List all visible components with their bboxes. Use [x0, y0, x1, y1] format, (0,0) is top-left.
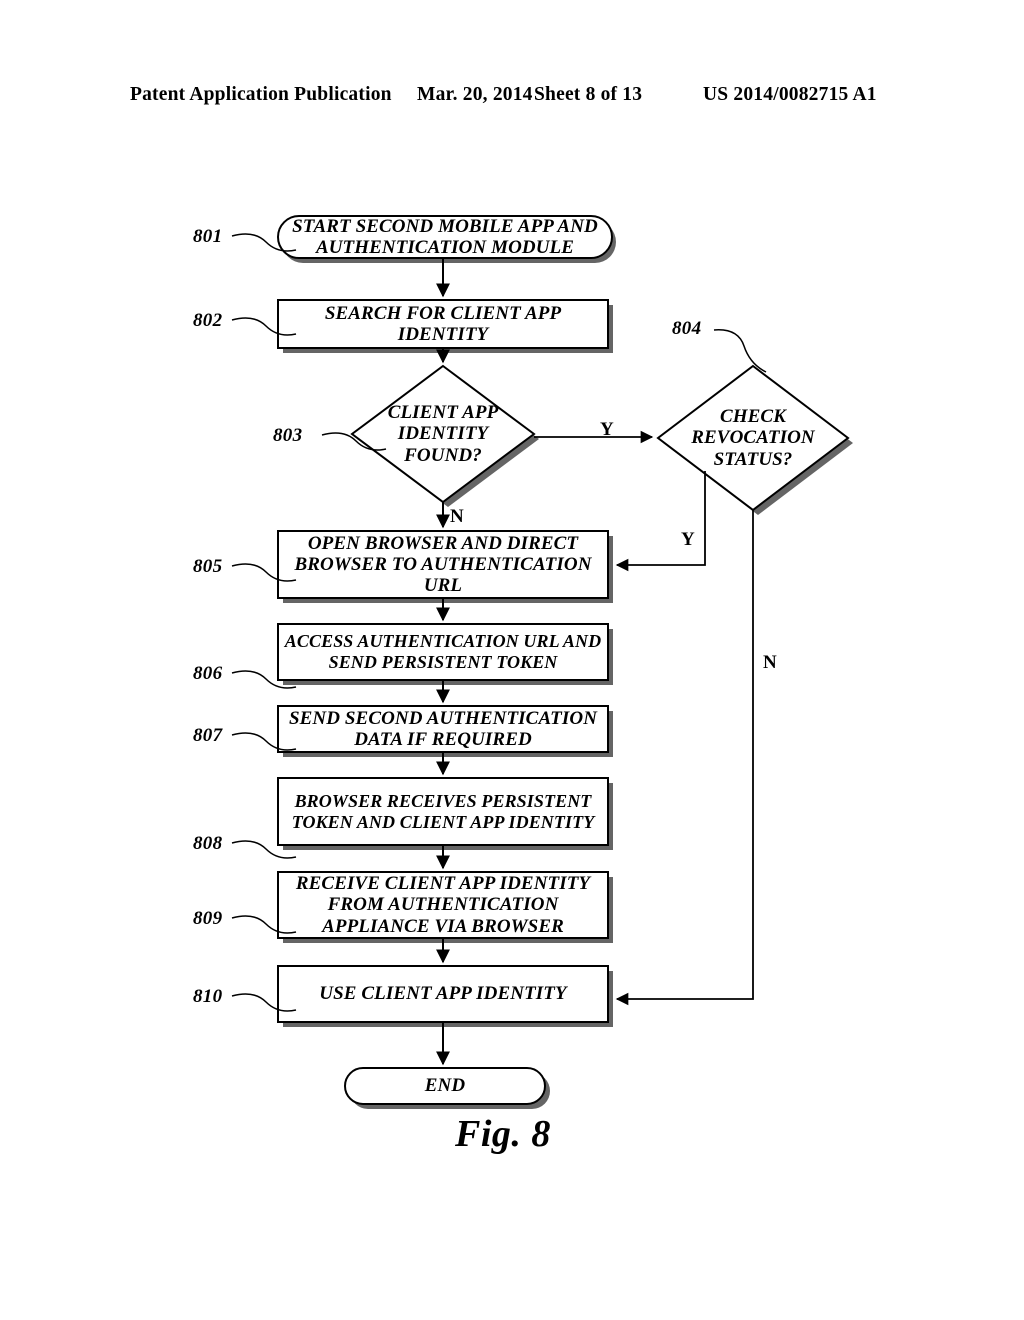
ref-numeral-809: 809 — [193, 908, 223, 929]
ref-numeral-806: 806 — [193, 663, 223, 684]
ref-numeral-807: 807 — [193, 725, 223, 746]
ref-numeral-808: 808 — [193, 833, 223, 854]
ref-numeral-805: 805 — [193, 556, 223, 577]
branch-label-804-no: N — [763, 652, 777, 673]
branch-label-804-yes: Y — [681, 529, 695, 550]
branch-label-803-no: N — [450, 506, 464, 527]
ref-numeral-802: 802 — [193, 310, 223, 331]
ref-numeral-804: 804 — [672, 318, 702, 339]
ref-numeral-803: 803 — [273, 425, 303, 446]
figure-caption: Fig. 8 — [455, 1113, 551, 1155]
ref-numeral-810: 810 — [193, 986, 223, 1007]
ref-numeral-801: 801 — [193, 226, 223, 247]
branch-label-803-yes: Y — [600, 419, 614, 440]
